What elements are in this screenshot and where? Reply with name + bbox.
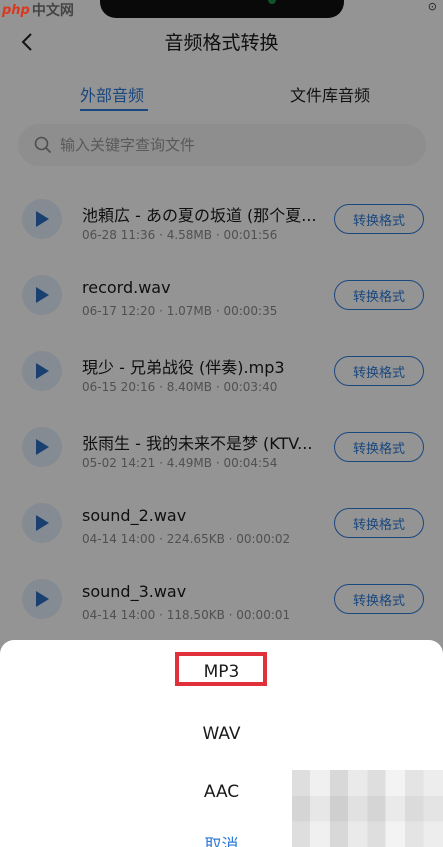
format-option-wav[interactable]: WAV bbox=[0, 724, 443, 744]
highlight-annotation bbox=[175, 652, 267, 686]
watermark-text: 中文网 bbox=[31, 3, 74, 19]
watermark-logo: php bbox=[2, 2, 30, 18]
pixelated-watermark bbox=[292, 770, 443, 847]
site-watermark: php 中文网 bbox=[2, 0, 74, 20]
app-screen: php 中文网 ⊙ 音频格式转换 外部音频 文件库音频 池頼広 - あの夏の坂道… bbox=[0, 0, 443, 847]
